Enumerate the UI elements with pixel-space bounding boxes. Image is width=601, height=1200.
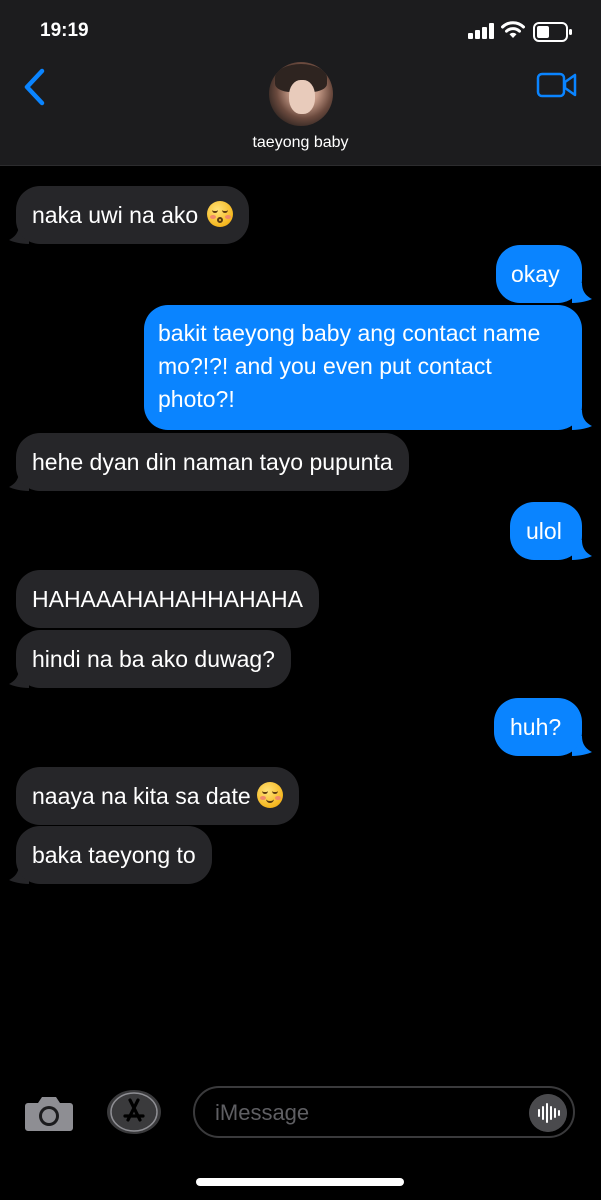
- message-bubble-incoming[interactable]: naka uwi na ako: [16, 186, 249, 244]
- message-text: huh?: [510, 714, 562, 740]
- contact-name[interactable]: taeyong baby: [0, 134, 601, 152]
- message-bubble-incoming[interactable]: baka taeyong to: [16, 826, 212, 884]
- message-text: naaya na kita sa date: [32, 783, 251, 809]
- message-text: ulol: [526, 518, 562, 544]
- message-input-placeholder: iMessage: [215, 1100, 310, 1125]
- message-bubble-outgoing[interactable]: huh?: [494, 698, 582, 756]
- camera-icon[interactable]: [24, 1093, 74, 1133]
- message-text: baka taeyong to: [32, 842, 196, 868]
- relieved-face-emoji: [257, 782, 284, 808]
- message-bubble-incoming[interactable]: HAHAAAHAHAHHAHAHA: [16, 570, 319, 628]
- message-text: naka uwi na ako: [32, 202, 199, 228]
- message-bubble-incoming[interactable]: hindi na ba ako duwag?: [16, 630, 291, 688]
- message-bubble-outgoing[interactable]: bakit taeyong baby ang contact name mo?!…: [144, 305, 582, 430]
- kissing-face-emoji: [206, 201, 233, 227]
- battery-icon: [533, 22, 572, 42]
- message-text: okay: [511, 261, 560, 287]
- conversation-header: 19:19 taeyong baby: [0, 0, 601, 166]
- back-chevron-icon[interactable]: [22, 68, 48, 106]
- cellular-signal-icon: [468, 23, 494, 39]
- message-bubble-incoming[interactable]: naaya na kita sa date: [16, 767, 300, 825]
- message-bubble-outgoing[interactable]: okay: [496, 245, 582, 303]
- message-text: hehe dyan din naman tayo pupunta: [32, 449, 393, 475]
- message-text: hindi na ba ako duwag?: [32, 646, 275, 672]
- audio-waveform-icon[interactable]: [529, 1094, 567, 1132]
- wifi-icon: [501, 21, 525, 38]
- contact-avatar[interactable]: [269, 62, 333, 126]
- home-indicator[interactable]: [196, 1178, 404, 1186]
- message-input[interactable]: iMessage: [193, 1086, 575, 1138]
- message-bubble-outgoing[interactable]: ulol: [510, 502, 582, 560]
- message-text: HAHAAAHAHAHHAHAHA: [32, 586, 303, 612]
- status-time: 19:19: [40, 20, 89, 41]
- app-store-icon[interactable]: [106, 1089, 162, 1135]
- message-text: bakit taeyong baby ang contact name mo?!…: [158, 320, 541, 412]
- message-bubble-incoming[interactable]: hehe dyan din naman tayo pupunta: [16, 433, 409, 491]
- facetime-video-icon[interactable]: [536, 70, 578, 100]
